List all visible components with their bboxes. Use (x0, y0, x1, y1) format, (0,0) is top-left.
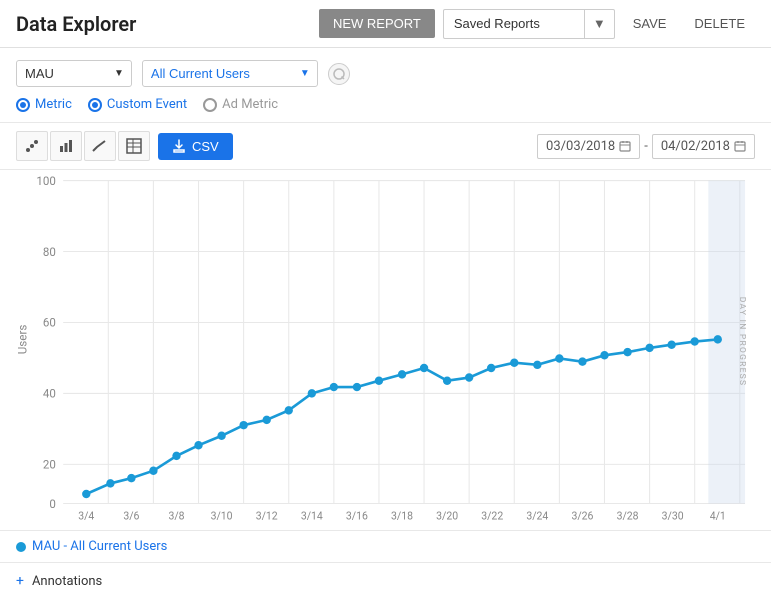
calendar-end-icon (734, 140, 746, 152)
svg-text:100: 100 (36, 174, 55, 188)
page-title: Data Explorer (16, 12, 319, 36)
saved-reports-wrapper: Saved Reports ▼ (443, 9, 615, 39)
svg-text:0: 0 (49, 497, 55, 511)
chart-scatter-button[interactable] (16, 131, 48, 161)
header: Data Explorer NEW REPORT Saved Reports ▼… (0, 0, 771, 48)
ad-metric-radio[interactable]: Ad Metric (203, 97, 278, 112)
svg-text:3/30: 3/30 (662, 509, 684, 522)
svg-text:3/20: 3/20 (436, 509, 458, 522)
chart-svg: 100 80 60 40 20 0 Users 3/4 3/6 3/8 3/10… (16, 170, 771, 530)
users-select-wrapper: All Current Users New Users ▼ (142, 60, 318, 87)
download-icon (172, 139, 186, 153)
svg-text:3/6: 3/6 (123, 509, 139, 522)
radio-row: Metric Custom Event Ad Metric (0, 87, 771, 122)
svg-text:3/12: 3/12 (256, 509, 278, 522)
annotations-plus-icon: + (16, 573, 24, 589)
svg-text:3/28: 3/28 (617, 509, 639, 522)
annotations-bar[interactable]: + Annotations (0, 562, 771, 599)
calendar-start-icon (619, 140, 631, 152)
chart-toolbar: CSV 03/03/2018 - 04/02/2018 (0, 122, 771, 170)
chart-legend: MAU - All Current Users (0, 530, 771, 562)
svg-text:Users: Users (16, 325, 29, 355)
users-select[interactable]: All Current Users New Users (143, 61, 293, 86)
custom-event-radio-dot (88, 98, 102, 112)
svg-text:3/10: 3/10 (211, 509, 233, 522)
svg-text:60: 60 (43, 316, 56, 330)
metric-select-wrapper: MAU DAU WAU ▼ (16, 60, 132, 87)
svg-text:3/8: 3/8 (168, 509, 184, 522)
date-start-value: 03/03/2018 (546, 139, 615, 154)
metric-select-chevron-icon: ▼ (107, 63, 131, 84)
svg-text:3/16: 3/16 (346, 509, 368, 522)
legend-color-dot (16, 542, 26, 552)
filter-circle-button[interactable] (328, 63, 350, 85)
metric-radio[interactable]: Metric (16, 97, 72, 112)
chart-table-button[interactable] (118, 131, 150, 161)
chart-bar-button[interactable] (50, 131, 82, 161)
chart-line-button[interactable] (84, 131, 116, 161)
csv-download-button[interactable]: CSV (158, 133, 233, 160)
app-container: Data Explorer NEW REPORT Saved Reports ▼… (0, 0, 771, 610)
custom-event-radio-label: Custom Event (107, 97, 187, 112)
annotations-label: Annotations (32, 574, 102, 589)
svg-text:3/4: 3/4 (78, 509, 94, 522)
delete-button[interactable]: DELETE (684, 9, 755, 38)
svg-text:3/22: 3/22 (481, 509, 503, 522)
header-actions: NEW REPORT Saved Reports ▼ SAVE DELETE (319, 9, 755, 39)
saved-reports-select[interactable]: Saved Reports (444, 10, 584, 37)
toolbar-row: MAU DAU WAU ▼ All Current Users New User… (0, 48, 771, 87)
date-start-field[interactable]: 03/03/2018 (537, 134, 640, 159)
svg-text:20: 20 (43, 458, 56, 472)
svg-text:3/26: 3/26 (571, 509, 593, 522)
metric-select[interactable]: MAU DAU WAU (17, 61, 107, 86)
new-report-button[interactable]: NEW REPORT (319, 9, 435, 38)
save-button[interactable]: SAVE (623, 9, 677, 38)
metric-radio-label: Metric (35, 97, 72, 112)
ad-metric-radio-label: Ad Metric (222, 97, 278, 112)
svg-text:40: 40 (43, 387, 56, 401)
date-end-value: 04/02/2018 (661, 139, 730, 154)
svg-text:3/18: 3/18 (391, 509, 413, 522)
svg-text:80: 80 (43, 245, 56, 259)
svg-text:DAY IN PROGRESS: DAY IN PROGRESS (737, 297, 747, 386)
saved-reports-chevron-icon[interactable]: ▼ (584, 10, 614, 38)
svg-text:3/14: 3/14 (301, 509, 323, 522)
chart-area: 100 80 60 40 20 0 Users 3/4 3/6 3/8 3/10… (0, 170, 771, 530)
users-select-chevron-icon: ▼ (293, 63, 317, 84)
date-end-field[interactable]: 04/02/2018 (652, 134, 755, 159)
custom-event-radio[interactable]: Custom Event (88, 97, 187, 112)
metric-radio-dot (16, 98, 30, 112)
ad-metric-radio-dot (203, 98, 217, 112)
svg-text:4/1: 4/1 (710, 509, 726, 522)
date-range: 03/03/2018 - 04/02/2018 (537, 134, 755, 159)
date-separator: - (644, 139, 648, 154)
svg-text:3/24: 3/24 (526, 509, 548, 522)
legend-label: MAU - All Current Users (32, 539, 167, 554)
csv-label: CSV (192, 139, 219, 154)
